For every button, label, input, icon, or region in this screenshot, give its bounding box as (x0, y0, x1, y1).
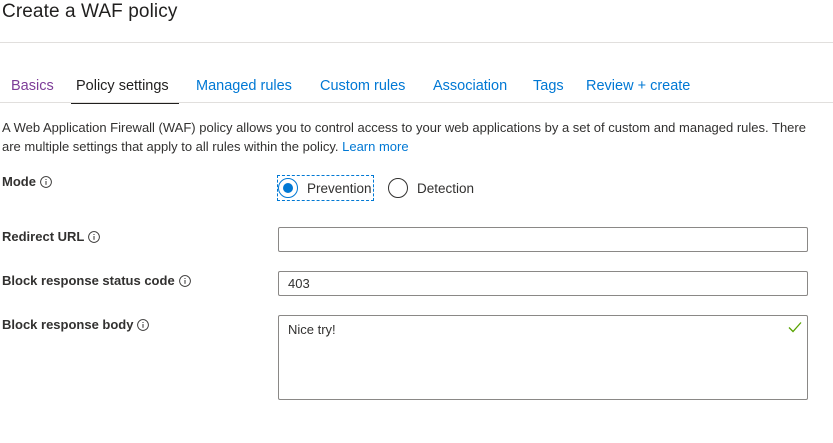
policy-description: A Web Application Firewall (WAF) policy … (2, 118, 822, 156)
radio-prevention-label: Prevention (307, 180, 372, 196)
block-status-code-input[interactable] (278, 271, 808, 296)
mode-label-text: Mode (2, 174, 36, 189)
checkmark-icon (788, 322, 802, 333)
tab-review-create[interactable]: Review + create (586, 74, 690, 102)
learn-more-link[interactable]: Learn more (342, 139, 408, 154)
block-status-code-label-text: Block response status code (2, 273, 175, 288)
radio-detection-circle[interactable] (388, 178, 408, 198)
info-icon[interactable] (137, 319, 150, 331)
tab-tags[interactable]: Tags (533, 74, 564, 102)
info-icon[interactable] (40, 176, 52, 188)
block-body-label: Block response body (2, 316, 150, 334)
title-divider (0, 42, 833, 43)
tab-basics[interactable]: Basics (11, 74, 54, 102)
page-title: Create a WAF policy (2, 1, 178, 22)
info-icon[interactable] (178, 275, 191, 287)
redirect-url-label: Redirect URL (2, 228, 101, 246)
redirect-url-label-text: Redirect URL (2, 229, 85, 244)
radio-prevention[interactable]: Prevention (277, 175, 374, 201)
tab-association[interactable]: Association (433, 74, 507, 102)
redirect-url-input[interactable] (278, 227, 808, 252)
tab-custom-rules[interactable]: Custom rules (320, 74, 405, 102)
block-status-code-label: Block response status code (2, 272, 191, 290)
mode-label: Mode (2, 173, 52, 191)
block-body-textarea[interactable]: Nice try! (278, 315, 808, 400)
radio-detection-label: Detection (417, 180, 475, 196)
wizard-tabs: Basics Policy settings Managed rules Cus… (0, 74, 833, 104)
radio-prevention-circle[interactable] (278, 178, 298, 198)
tab-policy-settings[interactable]: Policy settings (71, 74, 179, 104)
tab-managed-rules[interactable]: Managed rules (196, 74, 292, 102)
waf-policy-page: Create a WAF policy Basics Policy settin… (0, 0, 833, 443)
radio-detection[interactable]: Detection (388, 176, 474, 200)
block-body-label-text: Block response body (2, 317, 134, 332)
tabs-divider (0, 102, 833, 103)
info-icon[interactable] (88, 231, 101, 243)
